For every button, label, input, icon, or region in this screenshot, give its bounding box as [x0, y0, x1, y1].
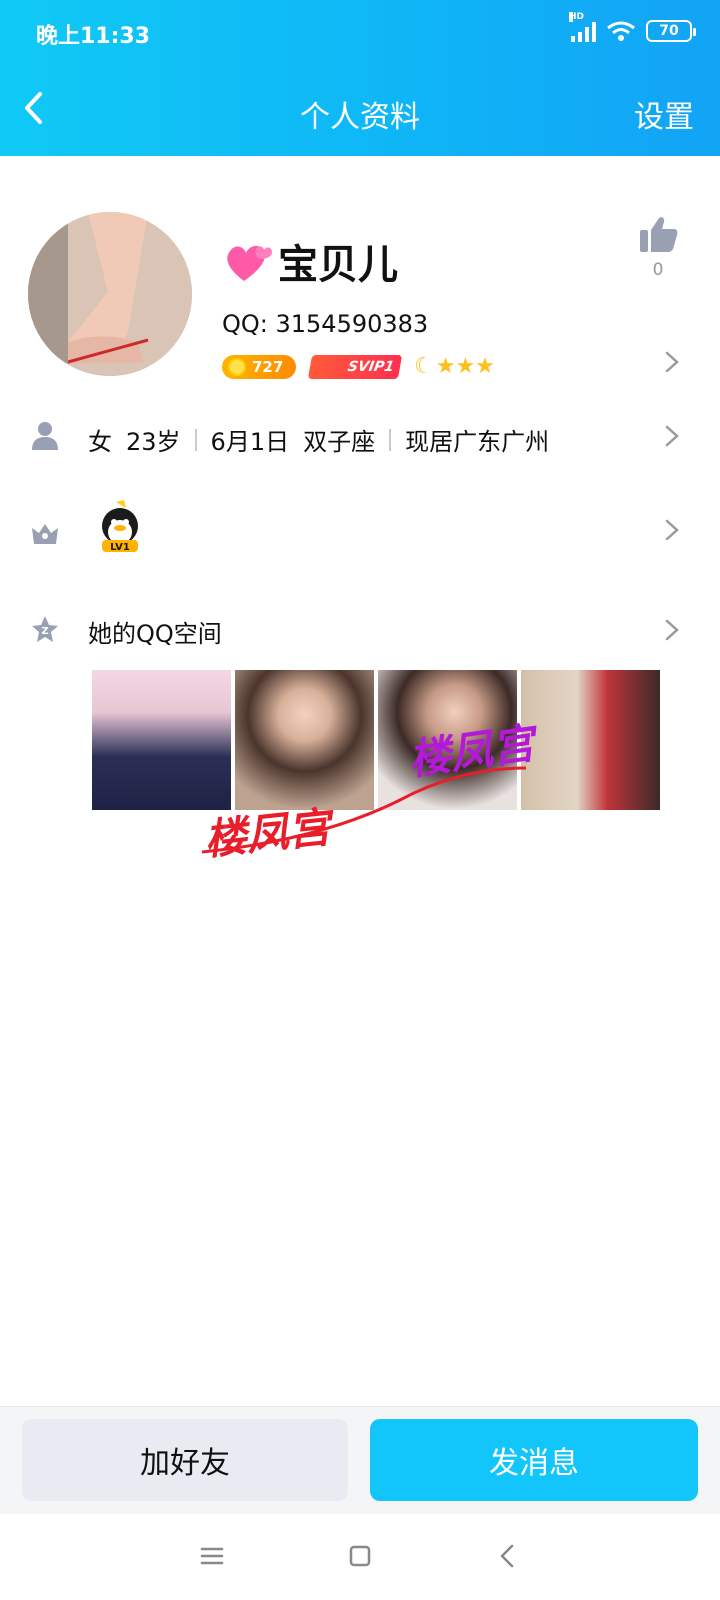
- qzone-chevron[interactable]: [664, 618, 680, 642]
- crown-icon: [30, 518, 60, 548]
- thumbs-up-icon: [640, 217, 678, 252]
- watermark-swoosh: [201, 766, 527, 854]
- level-value: 727: [252, 357, 284, 376]
- qzone-title[interactable]: 她的QQ空间: [88, 614, 222, 649]
- avatar-image: [28, 212, 192, 376]
- home-button[interactable]: [338, 1534, 382, 1578]
- profile-chevron[interactable]: [664, 350, 680, 374]
- status-icons: HD 70: [569, 12, 696, 42]
- heart-icon: [227, 245, 272, 281]
- battery-level: 70: [659, 23, 679, 39]
- app-header: 晚上11:33 HD 70 个人资料 设置: [0, 0, 720, 156]
- moon-icon: ☾: [414, 354, 434, 379]
- signal-icon: HD: [569, 12, 596, 42]
- add-friend-button[interactable]: 加好友: [22, 1419, 348, 1501]
- birthday: 6月1日: [210, 428, 290, 456]
- send-message-button[interactable]: 发消息: [370, 1419, 698, 1501]
- divider: [389, 428, 392, 451]
- info-chevron[interactable]: [664, 424, 680, 448]
- action-bar: 加好友 发消息: [0, 1406, 720, 1514]
- chevron-right-icon: [665, 351, 679, 373]
- status-bar: 晚上11:33 HD 70: [0, 0, 720, 64]
- svg-text:Z: Z: [41, 626, 48, 637]
- wifi-icon: [607, 21, 635, 41]
- level-badge: 727: [222, 354, 296, 379]
- level-stars: ☾ ★★★: [414, 354, 495, 379]
- age: 23岁: [126, 428, 181, 456]
- divider: [194, 428, 197, 451]
- menu-icon: [200, 1547, 224, 1565]
- qzone-photo[interactable]: [521, 670, 660, 810]
- nickname-row: 宝贝儿: [222, 232, 398, 290]
- basic-info[interactable]: 女 23岁 6月1日 双子座 现居广东广州: [88, 422, 549, 457]
- page-title: 个人资料: [300, 100, 420, 135]
- person-icon: [30, 420, 60, 450]
- chevron-right-icon: [665, 619, 679, 641]
- qq-number: QQ: 3154590383: [222, 310, 429, 338]
- location: 现居广东广州: [405, 428, 550, 456]
- menu-button[interactable]: [190, 1534, 234, 1578]
- zodiac: 双子座: [303, 428, 376, 456]
- network-type-label: HD: [569, 12, 585, 22]
- pet-level: LV1: [110, 542, 130, 553]
- chevron-right-icon: [665, 519, 679, 541]
- svip-badge: SVIP1: [307, 354, 403, 379]
- star-icons: ★★★: [435, 354, 495, 379]
- chevron-right-icon: [665, 425, 679, 447]
- badge-row[interactable]: 727 SVIP1 ☾ ★★★: [222, 354, 495, 379]
- penguin-icon: LV1: [102, 500, 138, 553]
- like-button[interactable]: 0: [636, 214, 680, 280]
- nickname: 宝贝儿: [278, 242, 398, 288]
- settings-button[interactable]: 设置: [634, 92, 694, 136]
- nav-back-button[interactable]: [486, 1534, 530, 1578]
- home-square-icon: [349, 1545, 371, 1567]
- sun-icon: [228, 357, 246, 376]
- battery-icon: 70: [646, 20, 696, 42]
- status-time: 晚上11:33: [36, 24, 151, 49]
- qq-penguin-badge[interactable]: LV1: [96, 500, 144, 558]
- avatar[interactable]: [28, 212, 192, 376]
- system-nav-bar: [0, 1514, 720, 1600]
- like-count: 0: [652, 260, 664, 280]
- badge-chevron[interactable]: [664, 518, 680, 542]
- gender: 女: [88, 428, 112, 456]
- qzone-star-icon: Z: [30, 614, 60, 644]
- back-triangle-icon: [500, 1544, 514, 1568]
